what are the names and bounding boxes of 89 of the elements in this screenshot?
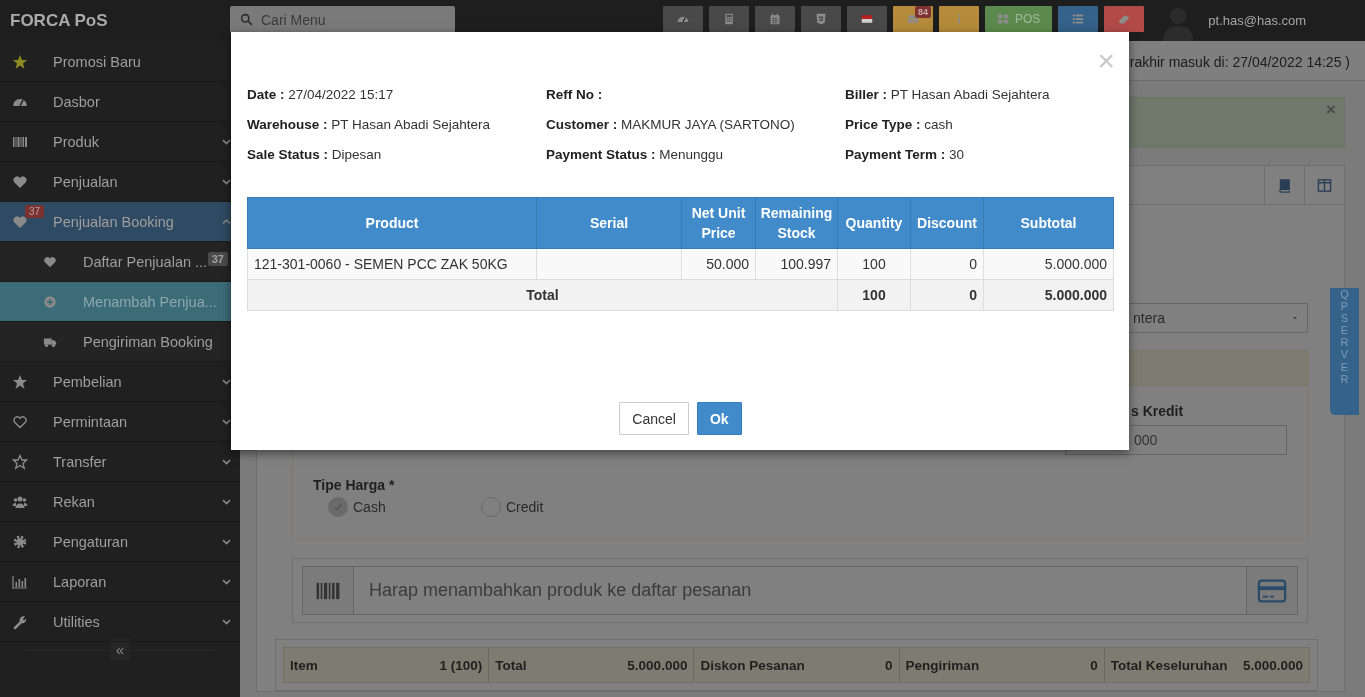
calendar-icon <box>769 13 781 25</box>
book-icon <box>1277 177 1292 193</box>
total-value: 0 <box>1090 657 1098 673</box>
detail-text: Customer : MAKMUR JAYA (SARTONO) <box>546 117 796 134</box>
star-icon <box>12 453 28 470</box>
count-badge: 37 <box>207 252 228 266</box>
total-label: Total <box>495 657 527 673</box>
toolbar-button[interactable] <box>709 6 749 32</box>
toolbar-button[interactable]: 84 <box>893 6 933 32</box>
radio-button[interactable] <box>328 497 348 517</box>
gear-icon <box>12 533 28 550</box>
total-value: 5.000.000 <box>1242 657 1303 673</box>
shield-icon <box>815 13 827 25</box>
total-label: Pengiriman <box>905 657 980 673</box>
table-cell: 0 <box>910 248 984 280</box>
toolbar-button[interactable] <box>1104 6 1145 32</box>
barcode-button[interactable] <box>303 567 354 614</box>
sidebar-item[interactable]: Pengaturan <box>0 522 240 562</box>
radio-label: Cash <box>353 499 386 515</box>
collapse-button[interactable]: « <box>110 639 130 660</box>
list-icon <box>1072 13 1085 25</box>
radio-label: Credit <box>506 499 544 515</box>
column-header: Discount <box>910 197 984 249</box>
column-header: Subtotal <box>983 197 1114 249</box>
star-icon <box>12 373 28 390</box>
detail-text: Biller : PT Hasan Abadi Sejahtera <box>845 87 1051 104</box>
table-cell: Total <box>247 279 838 311</box>
eraser-icon <box>1118 13 1131 25</box>
caret-icon <box>1291 314 1299 322</box>
sidebar-item[interactable]: Laporan <box>0 562 240 602</box>
column-header: Remaining Stock <box>755 197 838 249</box>
sidebar-item[interactable]: Rekan <box>0 482 240 522</box>
detail-text: Payment Status : Menunggu <box>546 147 725 164</box>
total-label: Item <box>290 657 318 673</box>
star-icon <box>12 53 28 70</box>
calculator-icon <box>723 13 735 25</box>
heart-icon <box>12 213 28 230</box>
app-logo: FORCA PoS <box>9 10 109 31</box>
count-badge: 37 <box>25 205 45 218</box>
card-button[interactable] <box>1246 567 1297 614</box>
column-header: Net Unit Price <box>681 197 756 249</box>
detail-text: Payment Term : 30 <box>845 147 966 164</box>
flag-icon <box>861 13 873 25</box>
detail-text: Reff No : <box>546 87 604 104</box>
chevron-icon <box>221 216 232 227</box>
detail-text: Date : 27/04/2022 15:17 <box>247 87 395 104</box>
grid-icon <box>997 13 1009 25</box>
toolbar-button[interactable] <box>801 6 841 32</box>
wrench-icon <box>12 613 28 630</box>
toolbar-button[interactable] <box>847 6 887 32</box>
total-value: 1 (100) <box>439 657 483 673</box>
table-cell: 50.000 <box>681 248 756 280</box>
table-cell: 121-301-0060 - SEMEN PCC ZAK 50KG <box>247 248 537 280</box>
table-cell: 5.000.000 <box>983 248 1114 280</box>
detail-text: Warehouse : PT Hasan Abadi Sejahtera <box>247 117 492 134</box>
field-label: s Kredit <box>1130 403 1185 421</box>
search-icon <box>240 13 253 26</box>
column-header: Product <box>247 197 537 249</box>
total-label: Total Keseluruhan <box>1110 657 1228 673</box>
toolbar-button[interactable] <box>1058 6 1099 32</box>
column-header: Quantity <box>837 197 911 249</box>
last-login-text: rakhir masuk di: 27/04/2022 14:25 ) <box>1129 53 1350 70</box>
toolbar-button[interactable] <box>663 6 703 32</box>
detail-text: Price Type : cash <box>845 117 954 134</box>
table-cell: 0 <box>910 279 984 311</box>
detail-text: Sale Status : Dipesan <box>247 147 383 164</box>
user-email[interactable]: pt.has@has.com <box>1208 13 1307 28</box>
table-cell: 100 <box>837 248 911 280</box>
toolbar-button[interactable] <box>755 6 795 32</box>
total-value: 5.000.000 <box>627 657 688 673</box>
field-label: Tipe Harga * <box>313 477 396 493</box>
bar-chart-icon <box>12 573 28 590</box>
heart-icon <box>12 173 28 190</box>
notification-badge: 84 <box>915 6 931 18</box>
heart-icon <box>43 254 57 269</box>
ok-button[interactable]: Ok <box>696 402 742 435</box>
table-cell: 100 <box>837 279 911 311</box>
total-label: Diskon Pesanan <box>700 657 805 673</box>
search-field[interactable]: Cari Menu <box>230 6 455 33</box>
cancel-button[interactable]: Cancel <box>619 402 689 435</box>
table-cell: 100.997 <box>755 248 838 280</box>
search-input[interactable]: Cari Menu <box>259 10 433 29</box>
inbox-icon <box>907 13 919 25</box>
heart-icon <box>12 413 28 430</box>
total-value: 0 <box>885 657 893 673</box>
column-header: Serial <box>536 197 682 249</box>
table-cell: 5.000.000 <box>983 279 1114 311</box>
columns-icon <box>1317 177 1332 193</box>
plus-circle-icon <box>43 294 57 309</box>
